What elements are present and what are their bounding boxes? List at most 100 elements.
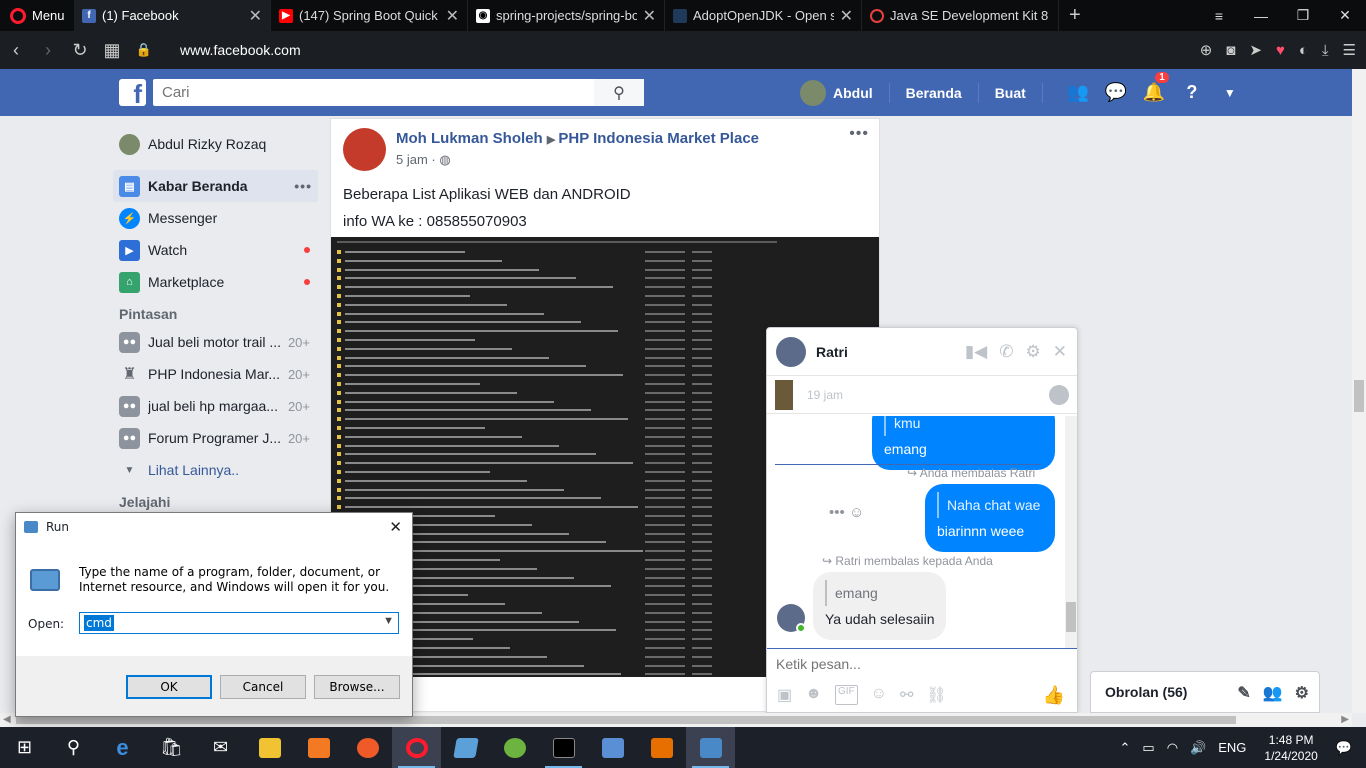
forward-button[interactable]: › <box>32 40 64 61</box>
tab-menu-icon[interactable]: ≡ <box>1198 8 1240 24</box>
tray-overflow-chevron-icon[interactable]: ⌃ <box>1120 740 1131 756</box>
chat-header[interactable]: Ratri ▮◀ ✆ ⚙ ✕ <box>767 328 1077 376</box>
clock[interactable]: 1:48 PM 1/24/2020 <box>1264 732 1317 764</box>
shortcut-item[interactable]: ●● Jual beli motor trail ... 20+ <box>113 326 318 358</box>
phone-icon[interactable]: ✆ <box>999 342 1013 362</box>
taskbar-mail[interactable]: ✉ <box>196 727 245 768</box>
message-bubble-received[interactable]: emang Ya udah selesaiin <box>813 572 947 640</box>
gif-icon[interactable]: GIF <box>834 685 858 705</box>
sidebar-item-news-feed[interactable]: ▤ Kabar Beranda ••• <box>113 170 318 202</box>
message-input[interactable] <box>767 649 1057 679</box>
shortcut-item[interactable]: ●● Forum Programer J... 20+ <box>113 422 318 454</box>
compose-icon[interactable]: ✎ <box>1237 683 1250 703</box>
shared-photo-thumbnail[interactable] <box>775 379 793 410</box>
taskbar-network-app[interactable] <box>588 727 637 768</box>
shortcut-item[interactable]: ●● jual beli hp margaa... 20+ <box>113 390 318 422</box>
close-window-button[interactable]: ✕ <box>1324 7 1366 24</box>
close-icon[interactable]: ✕ <box>1053 342 1067 362</box>
snapshot-icon[interactable]: ◙ <box>1226 42 1235 59</box>
taskbar-edge[interactable]: e <box>98 727 147 768</box>
facebook-logo-icon[interactable]: f <box>119 79 146 109</box>
close-icon[interactable]: ✕ <box>389 518 402 536</box>
messenger-icon[interactable] <box>1049 385 1069 405</box>
search-button[interactable]: ⚲ <box>594 79 644 106</box>
post-group-link[interactable]: PHP Indonesia Market Place <box>558 130 759 147</box>
scrollbar-thumb[interactable] <box>16 716 1236 724</box>
avatar[interactable] <box>343 128 386 171</box>
browse-button[interactable]: Browse... <box>314 675 400 699</box>
taskbar-cmd[interactable] <box>539 727 588 768</box>
notification-center-icon[interactable]: 💬 <box>1336 740 1352 756</box>
more-icon[interactable]: ••• <box>829 504 845 521</box>
chat-sidebar-bar[interactable]: Obrolan (56) ✎ 👥 ⚙ <box>1090 671 1320 713</box>
messenger-icon[interactable]: 💬 <box>1097 82 1135 103</box>
chat-scrollbar[interactable] <box>1065 416 1077 648</box>
run-command-combobox[interactable]: cmd ▼ <box>79 612 399 634</box>
scroll-left-icon[interactable]: ◀ <box>3 713 11 727</box>
speed-dial-icon[interactable]: ▦ <box>96 40 128 61</box>
message-bubble-sent[interactable]: kmu emang <box>872 416 1055 470</box>
attachment-icon[interactable]: ⚯ <box>900 685 913 705</box>
run-command-input[interactable]: cmd <box>84 615 114 631</box>
tab-youtube[interactable]: ▶ (147) Spring Boot Quick Sta ✕ <box>271 0 468 31</box>
volume-icon[interactable]: 🔊 <box>1190 740 1206 756</box>
scroll-right-icon[interactable]: ▶ <box>1341 713 1349 727</box>
more-options-icon[interactable]: ••• <box>294 178 312 194</box>
search-button[interactable]: ⚲ <box>49 727 98 768</box>
post-options-icon[interactable]: ••• <box>849 125 869 143</box>
wifi-icon[interactable]: ◠ <box>1167 740 1178 756</box>
close-icon[interactable]: ✕ <box>840 6 853 26</box>
taskbar-store[interactable]: 🛍 <box>147 727 196 768</box>
new-tab-button[interactable]: + <box>1059 4 1091 27</box>
chat-contact-name[interactable]: Ratri <box>816 344 848 360</box>
ok-button[interactable]: OK <box>126 675 212 699</box>
thumbs-up-icon[interactable]: 👍 <box>1043 685 1065 706</box>
gear-icon[interactable]: ⚙ <box>1026 342 1041 362</box>
video-call-icon[interactable]: ▮◀ <box>965 342 987 362</box>
vpn-icon[interactable]: ◐ <box>1299 42 1308 59</box>
restore-button[interactable]: ❐ <box>1282 7 1324 24</box>
see-more-link[interactable]: ▼ Lihat Lainnya.. <box>113 454 318 486</box>
run-dialog-titlebar[interactable]: Run ✕ <box>16 513 412 541</box>
friend-requests-icon[interactable]: 👥 <box>1059 82 1097 103</box>
heart-icon[interactable]: ♥ <box>1276 42 1285 59</box>
gear-icon[interactable]: ⚙ <box>1295 683 1309 703</box>
emoji-react-icon[interactable]: ☺ <box>849 504 864 521</box>
taskbar-opera[interactable] <box>392 727 441 768</box>
shortcut-item[interactable]: ♜ PHP Indonesia Mar... 20+ <box>113 358 318 390</box>
search-input[interactable] <box>153 79 593 106</box>
tab-github[interactable]: ◉ spring-projects/spring-boo ✕ <box>468 0 665 31</box>
notifications-icon[interactable]: 🔔 1 <box>1135 72 1173 103</box>
sidebar-item-marketplace[interactable]: ⌂ Marketplace <box>113 266 318 298</box>
tab-facebook[interactable]: f (1) Facebook ✕ <box>74 0 271 31</box>
message-bubble-sent[interactable]: Naha chat wae biarinnn weee <box>925 484 1055 552</box>
taskbar-xampp[interactable] <box>294 727 343 768</box>
tab-oracle-jdk[interactable]: Java SE Development Kit 8 <box>862 0 1059 31</box>
taskbar-virtualbox[interactable] <box>441 727 490 768</box>
scrollbar-thumb[interactable] <box>1066 602 1076 632</box>
profile-link[interactable]: Abdul <box>833 85 873 101</box>
close-icon[interactable]: ✕ <box>643 6 656 26</box>
reload-button[interactable]: ↻ <box>64 40 96 61</box>
battery-icon[interactable]: ▭ <box>1142 740 1154 756</box>
back-button[interactable]: ‹ <box>0 40 32 61</box>
account-menu-chevron-icon[interactable]: ▼ <box>1211 86 1249 100</box>
photo-icon[interactable]: ▣ <box>777 685 792 705</box>
link-icon[interactable]: ⛓ <box>926 685 946 705</box>
page-vertical-scrollbar[interactable] <box>1352 69 1366 713</box>
avatar[interactable] <box>776 336 806 367</box>
new-group-icon[interactable]: 👥 <box>1263 683 1283 703</box>
close-icon[interactable]: ✕ <box>249 6 262 26</box>
close-icon[interactable]: ✕ <box>446 6 459 26</box>
start-button[interactable]: ⊞ <box>0 727 49 768</box>
minimize-button[interactable]: — <box>1240 8 1282 24</box>
easy-setup-icon[interactable]: ☰ <box>1343 41 1356 59</box>
url-field[interactable]: www.facebook.com <box>180 42 301 58</box>
sidebar-item-watch[interactable]: ▶ Watch <box>113 234 318 266</box>
chevron-down-icon[interactable]: ▼ <box>383 615 394 627</box>
download-icon[interactable]: ⤓ <box>1322 42 1329 59</box>
taskbar-java[interactable] <box>637 727 686 768</box>
cancel-button[interactable]: Cancel <box>220 675 306 699</box>
tab-adoptopenjdk[interactable]: AdoptOpenJDK - Open sou ✕ <box>665 0 862 31</box>
emoji-icon[interactable]: ☺ <box>871 685 887 705</box>
